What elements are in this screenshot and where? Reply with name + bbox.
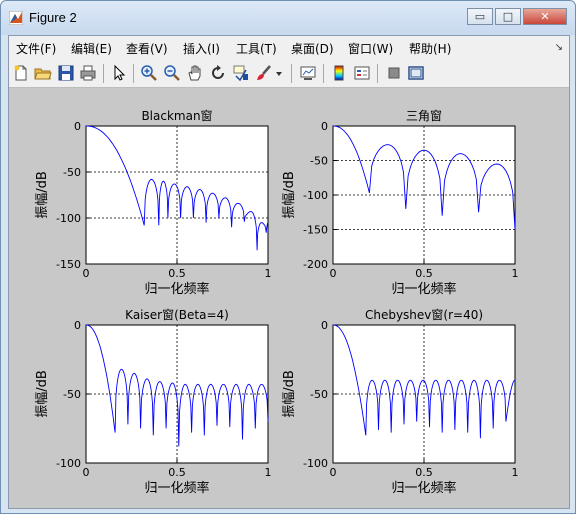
y-tick-label: -200 bbox=[303, 258, 328, 271]
x-tick-label: 0 bbox=[330, 267, 337, 280]
x-tick-label: 1 bbox=[265, 267, 272, 280]
minimize-icon: ▭ bbox=[474, 10, 486, 23]
y-axis-label: 振幅/dB bbox=[282, 370, 297, 418]
y-axis-label: 振幅/dB bbox=[35, 171, 50, 219]
legend-icon[interactable] bbox=[353, 64, 371, 82]
menu-bar: 文件(F) 编辑(E) 查看(V) 插入(I) 工具(T) 桌面(D) 窗口(W… bbox=[9, 36, 569, 61]
x-tick-label: 0.5 bbox=[168, 466, 186, 479]
x-tick-label: 0.5 bbox=[168, 267, 186, 280]
data-cursor-icon[interactable] bbox=[232, 64, 250, 82]
y-tick-label: 0 bbox=[74, 319, 81, 332]
menu-window[interactable]: 窗口(W) bbox=[348, 40, 393, 57]
close-button[interactable]: ✕ bbox=[523, 8, 567, 25]
maximize-icon: □ bbox=[502, 10, 514, 23]
toolbar-separator bbox=[323, 64, 324, 83]
open-folder-icon[interactable] bbox=[34, 64, 52, 82]
subplot-title: Kaiser窗(Beta=4) bbox=[125, 308, 229, 322]
toolbar-separator bbox=[103, 64, 104, 83]
y-tick-label: -100 bbox=[56, 457, 81, 470]
subplot-2: 0 0.5 1 0 -50 -100 -150 -200 三角窗归一化频率 振幅/dB bbox=[282, 109, 519, 297]
colorbar-icon[interactable] bbox=[330, 64, 348, 82]
brush-dropdown-icon[interactable] bbox=[274, 64, 284, 82]
x-tick-label: 1 bbox=[265, 466, 272, 479]
toolbar-separator bbox=[133, 64, 134, 83]
zoom-out-icon[interactable] bbox=[163, 64, 181, 82]
x-tick-label: 0.5 bbox=[415, 466, 433, 479]
menu-help[interactable]: 帮助(H) bbox=[409, 40, 451, 57]
y-tick-label: -100 bbox=[303, 189, 328, 202]
pointer-icon[interactable] bbox=[110, 64, 128, 82]
y-tick-label: -150 bbox=[56, 258, 81, 271]
x-tick-label: 0 bbox=[83, 466, 90, 479]
link-plot-icon[interactable] bbox=[299, 64, 317, 82]
show-plot-tools-icon[interactable] bbox=[407, 64, 425, 82]
y-tick-label: 0 bbox=[321, 120, 328, 133]
x-axis-label: 归一化频率 bbox=[391, 480, 456, 496]
y-tick-label: 0 bbox=[321, 319, 328, 332]
subplot-1: 0 0.5 1 0 -50 -100 -150 Blackman窗归一化频率 振幅/dB bbox=[35, 109, 272, 297]
figure-client-area: 文件(F) 编辑(E) 查看(V) 插入(I) 工具(T) 桌面(D) 窗口(W… bbox=[8, 35, 570, 509]
y-tick-label: -50 bbox=[63, 166, 81, 179]
y-tick-label: -50 bbox=[310, 155, 328, 168]
y-tick-label: -150 bbox=[303, 224, 328, 237]
minimize-button[interactable]: ▭ bbox=[467, 8, 493, 25]
subplot-title: Chebyshev窗(r=40) bbox=[365, 308, 483, 322]
menu-file[interactable]: 文件(F) bbox=[16, 40, 56, 57]
plot-area: 0 0.5 1 0 -50 -100 -150 Blackman窗 归一化频率 振幅/dB 0 0.5… bbox=[9, 88, 569, 508]
y-tick-label: -50 bbox=[310, 388, 328, 401]
hide-plot-tools-icon[interactable] bbox=[385, 64, 403, 82]
menu-insert[interactable]: 插入(I) bbox=[183, 40, 220, 57]
x-axis-label: 归一化频率 bbox=[144, 281, 209, 297]
figure-canvas: 0 0.5 10-50-100-150Blackman窗归一化频率振幅/dB0 0.5… bbox=[35, 109, 519, 496]
new-file-icon[interactable] bbox=[12, 64, 30, 82]
matlab-logo-icon bbox=[9, 11, 23, 25]
y-tick-label: -100 bbox=[303, 457, 328, 470]
zoom-in-icon[interactable] bbox=[140, 64, 158, 82]
maximize-button[interactable]: □ bbox=[495, 8, 521, 25]
subplot-title: Blackman窗 bbox=[141, 109, 212, 123]
toolbar-separator bbox=[291, 64, 292, 83]
y-tick-label: -100 bbox=[56, 212, 81, 225]
pan-hand-icon[interactable] bbox=[186, 64, 204, 82]
menu-dock-arrow-icon[interactable]: ↘ bbox=[555, 42, 563, 53]
y-tick-label: -50 bbox=[63, 388, 81, 401]
y-axis-label: 振幅/dB bbox=[35, 370, 50, 418]
menu-edit[interactable]: 编辑(E) bbox=[71, 40, 112, 57]
x-tick-label: 1 bbox=[512, 466, 519, 479]
figure-toolbar bbox=[9, 60, 569, 88]
close-icon: ✕ bbox=[540, 10, 550, 23]
x-tick-label: 0 bbox=[330, 466, 337, 479]
save-icon[interactable] bbox=[57, 64, 75, 82]
rotate-3d-icon[interactable] bbox=[209, 64, 227, 82]
x-tick-label: 0.5 bbox=[415, 267, 433, 280]
x-axis-label: 归一化频率 bbox=[391, 281, 456, 297]
subplot-4: 0 0.5 1 0 -50 -100 Chebyshev窗(r=40) 归一化频率 振幅/dB bbox=[282, 308, 519, 496]
y-tick-label: 0 bbox=[74, 120, 81, 133]
menu-view[interactable]: 查看(V) bbox=[126, 40, 168, 57]
brush-icon[interactable] bbox=[255, 64, 273, 82]
print-icon[interactable] bbox=[79, 64, 97, 82]
menu-tools[interactable]: 工具(T) bbox=[236, 40, 277, 57]
x-axis-label: 归一化频率 bbox=[144, 480, 209, 496]
menu-desktop[interactable]: 桌面(D) bbox=[291, 40, 334, 57]
y-axis-label: 振幅/dB bbox=[282, 171, 297, 219]
title-bar[interactable]: Figure 2 ▭ □ ✕ bbox=[1, 1, 575, 35]
x-tick-label: 1 bbox=[512, 267, 519, 280]
toolbar-separator bbox=[377, 64, 378, 83]
subplot-3: 0 0.5 1 0 -50 -100 Kaiser窗(Beta=4) 归一化频率 振幅/dB bbox=[35, 308, 272, 496]
figure-window: Figure 2 ▭ □ ✕ 文件(F) 编辑(E) 查看(V) 插入(I) 工… bbox=[0, 0, 576, 514]
subplot-title: 三角窗 bbox=[406, 109, 442, 123]
x-tick-label: 0 bbox=[83, 267, 90, 280]
window-title: Figure 2 bbox=[29, 10, 77, 25]
